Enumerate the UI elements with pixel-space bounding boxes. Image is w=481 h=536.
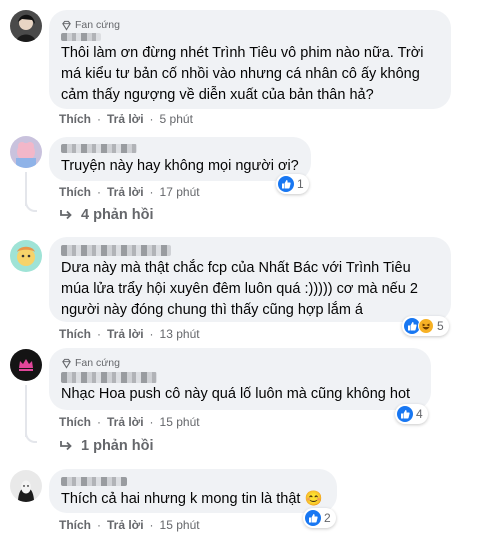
comment-bubble: Dưa này mà thật chắc fcp của Nhất Bác vớ…	[49, 237, 451, 322]
comment-text: Thích cả hai nhưng k mong tin là thật 😊	[61, 491, 323, 507]
reply-thread-line	[25, 385, 27, 437]
separator: ·	[97, 185, 101, 199]
replies-label: 4 phản hồi	[81, 207, 154, 223]
reaction-summary[interactable]: 2	[303, 508, 336, 528]
badge-label: Fan cứng	[75, 357, 120, 369]
reaction-count: 4	[416, 407, 423, 421]
comment-bubble: Fan cứng Nhạc Hoa push cô này quá lố luô…	[49, 348, 431, 410]
reply-link[interactable]: Trả lời	[107, 415, 144, 429]
fan-badge[interactable]: Fan cứng	[61, 356, 419, 370]
timestamp[interactable]: 17 phút	[160, 185, 200, 199]
like-reaction-icon	[305, 510, 321, 526]
separator: ·	[149, 518, 154, 532]
like-link[interactable]: Thích	[59, 518, 91, 532]
like-link[interactable]: Thích	[59, 327, 91, 341]
fan-badge-diamond-icon	[62, 20, 71, 31]
reply-arrow-icon	[60, 210, 72, 220]
separator: ·	[97, 518, 101, 532]
timestamp[interactable]: 5 phút	[160, 112, 193, 126]
reply-link[interactable]: Trả lời	[107, 112, 144, 126]
reaction-count: 5	[437, 319, 444, 333]
reply-link[interactable]: Trả lời	[107, 518, 144, 532]
comment-actions: Thích · Trả lời · 17 phút	[59, 185, 200, 199]
fan-badge-diamond-icon	[62, 358, 71, 369]
author-name-redacted[interactable]	[61, 372, 157, 383]
reaction-summary[interactable]: 4	[395, 404, 428, 424]
reply-thread-curve	[25, 200, 37, 212]
like-link[interactable]: Thích	[59, 415, 91, 429]
author-name-redacted[interactable]	[61, 144, 137, 153]
separator: ·	[149, 327, 154, 341]
avatar[interactable]	[10, 136, 42, 168]
badge-label: Fan cứng	[75, 19, 120, 31]
comment-text: Nhạc Hoa push cô này quá lố luôn mà cũng…	[61, 386, 411, 402]
fan-badge[interactable]: Fan cứng	[61, 18, 439, 32]
like-link[interactable]: Thích	[59, 185, 91, 199]
like-reaction-icon	[397, 406, 413, 422]
comment-actions: Thích · Trả lời · 13 phút	[59, 327, 200, 341]
timestamp[interactable]: 15 phút	[160, 415, 200, 429]
avatar[interactable]	[10, 349, 42, 381]
separator: ·	[97, 415, 101, 429]
like-reaction-icon	[278, 176, 294, 192]
timestamp[interactable]: 15 phút	[160, 518, 200, 532]
comment-text: Truyện này hay không mọi người ơi?	[61, 158, 299, 174]
reaction-summary[interactable]: 1	[276, 174, 309, 194]
comment-text: Dưa này mà thật chắc fcp của Nhất Bác vớ…	[61, 260, 418, 318]
author-name-redacted[interactable]	[61, 33, 101, 41]
reply-thread-curve	[25, 431, 37, 443]
author-name-redacted[interactable]	[61, 245, 171, 256]
comment-bubble: Thích cả hai nhưng k mong tin là thật 😊	[49, 469, 337, 513]
avatar[interactable]	[10, 10, 42, 42]
comment-text: Thôi làm ơn đừng nhét Trình Tiêu vô phim…	[61, 45, 424, 103]
separator: ·	[97, 327, 101, 341]
replies-label: 1 phản hồi	[81, 438, 154, 454]
author-name-redacted[interactable]	[61, 477, 127, 486]
comment-actions: Thích · Trả lời · 15 phút	[59, 518, 200, 532]
comment-bubble: Fan cứng Thôi làm ơn đừng nhét Trình Tiê…	[49, 10, 451, 109]
timestamp[interactable]: 13 phút	[160, 327, 200, 341]
separator: ·	[149, 415, 154, 429]
comment-actions: Thích · Trả lời · 5 phút	[59, 112, 193, 126]
separator: ·	[97, 112, 101, 126]
separator: ·	[149, 185, 154, 199]
avatar[interactable]	[10, 240, 42, 272]
reply-link[interactable]: Trả lời	[107, 327, 144, 341]
reply-link[interactable]: Trả lời	[107, 185, 144, 199]
comment-bubble: Truyện này hay không mọi người ơi?	[49, 137, 311, 181]
view-replies-button[interactable]: 4 phản hồi	[59, 207, 154, 223]
separator: ·	[149, 112, 154, 126]
reply-arrow-icon	[60, 441, 72, 451]
reaction-count: 2	[324, 511, 331, 525]
comment-actions: Thích · Trả lời · 15 phút	[59, 415, 200, 429]
avatar[interactable]	[10, 470, 42, 502]
reaction-summary[interactable]: 5	[402, 316, 449, 336]
haha-reaction-icon	[418, 318, 434, 334]
like-link[interactable]: Thích	[59, 112, 91, 126]
reaction-count: 1	[297, 177, 304, 191]
view-replies-button[interactable]: 1 phản hồi	[59, 438, 154, 454]
